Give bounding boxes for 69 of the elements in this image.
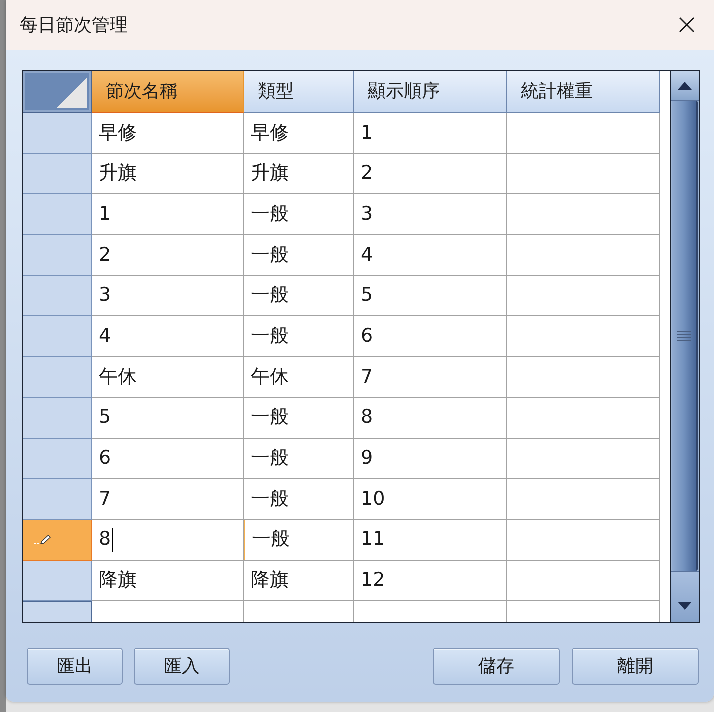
table-cell: 早修 (244, 113, 354, 154)
row-header[interactable] (23, 398, 92, 438)
table-cell: 1 (354, 113, 507, 154)
table-cell: 6 (92, 438, 244, 480)
cell-editor[interactable]: 8 (92, 520, 244, 561)
table-cell: 12 (354, 560, 507, 602)
table-cell: 10 (354, 479, 507, 520)
table-cell: 9 (354, 438, 507, 480)
table-cell: 3 (92, 276, 244, 316)
table-cell: 升旗 (244, 154, 354, 194)
table-cell: 一般 (244, 520, 354, 561)
table-cell: 降旗 (244, 560, 354, 602)
table-cell: 3 (354, 194, 507, 236)
triangle-down-icon (678, 602, 692, 610)
dialog-button[interactable]: 匯入 (134, 648, 230, 685)
triangle-icon (57, 78, 87, 108)
column-header[interactable]: 統計權重 (507, 71, 660, 113)
scroll-up-button[interactable] (671, 71, 699, 101)
table-cell: 11 (354, 520, 507, 561)
table-cell: 8 (354, 398, 507, 438)
triangle-up-icon (678, 82, 692, 90)
row-header[interactable] (23, 438, 92, 480)
row-header[interactable] (23, 601, 92, 622)
table-cell: 7 (92, 479, 244, 520)
table-cell: 一般 (244, 479, 354, 520)
table-cell: 5 (92, 398, 244, 438)
table-cell: 一般 (244, 276, 354, 316)
table-cell: 一般 (244, 398, 354, 438)
row-header[interactable] (23, 479, 92, 520)
window-title: 每日節次管理 (20, 14, 128, 38)
table-cell: 降旗 (92, 560, 244, 602)
row-header[interactable] (23, 113, 92, 154)
column-header[interactable]: 顯示順序 (354, 71, 507, 113)
table-cell: 2 (354, 154, 507, 194)
table-cell: 4 (354, 235, 507, 276)
table-cell: 午休 (244, 357, 354, 398)
table-cell: 一般 (244, 235, 354, 276)
table-cell: 7 (354, 357, 507, 398)
table-cell: 2 (92, 235, 244, 276)
select-all-button[interactable] (23, 71, 92, 113)
dialog-button[interactable]: 儲存 (433, 648, 560, 685)
table-cell: 6 (354, 316, 507, 358)
table-cell: 一般 (244, 194, 354, 236)
scroll-down-button[interactable] (671, 571, 699, 622)
row-header[interactable] (23, 560, 92, 602)
row-header[interactable] (23, 235, 92, 276)
row-header[interactable] (23, 316, 92, 358)
dialog-button[interactable]: 離開 (572, 648, 699, 685)
text-caret-icon (112, 528, 114, 552)
row-header[interactable] (23, 154, 92, 194)
row-header[interactable] (23, 276, 92, 316)
table-cell: 1 (92, 194, 244, 236)
table-cell: 升旗 (92, 154, 244, 194)
grip-icon (677, 330, 691, 342)
row-header[interactable] (23, 194, 92, 236)
close-icon (679, 17, 695, 33)
pencil-icon (34, 534, 52, 545)
table-cell: 5 (354, 276, 507, 316)
table-cell: 一般 (244, 316, 354, 358)
table-cell: 早修 (92, 113, 244, 154)
column-header[interactable]: 類型 (244, 71, 354, 113)
dialog-button[interactable]: 匯出 (27, 648, 123, 685)
column-header[interactable]: 節次名稱 (92, 71, 244, 113)
table-cell: 一般 (244, 438, 354, 480)
row-header[interactable] (23, 357, 92, 398)
cell-text: 8 (99, 527, 112, 552)
table-cell: 4 (92, 316, 244, 358)
table-cell: 午休 (92, 357, 244, 398)
scrollbar-thumb[interactable] (672, 101, 698, 571)
